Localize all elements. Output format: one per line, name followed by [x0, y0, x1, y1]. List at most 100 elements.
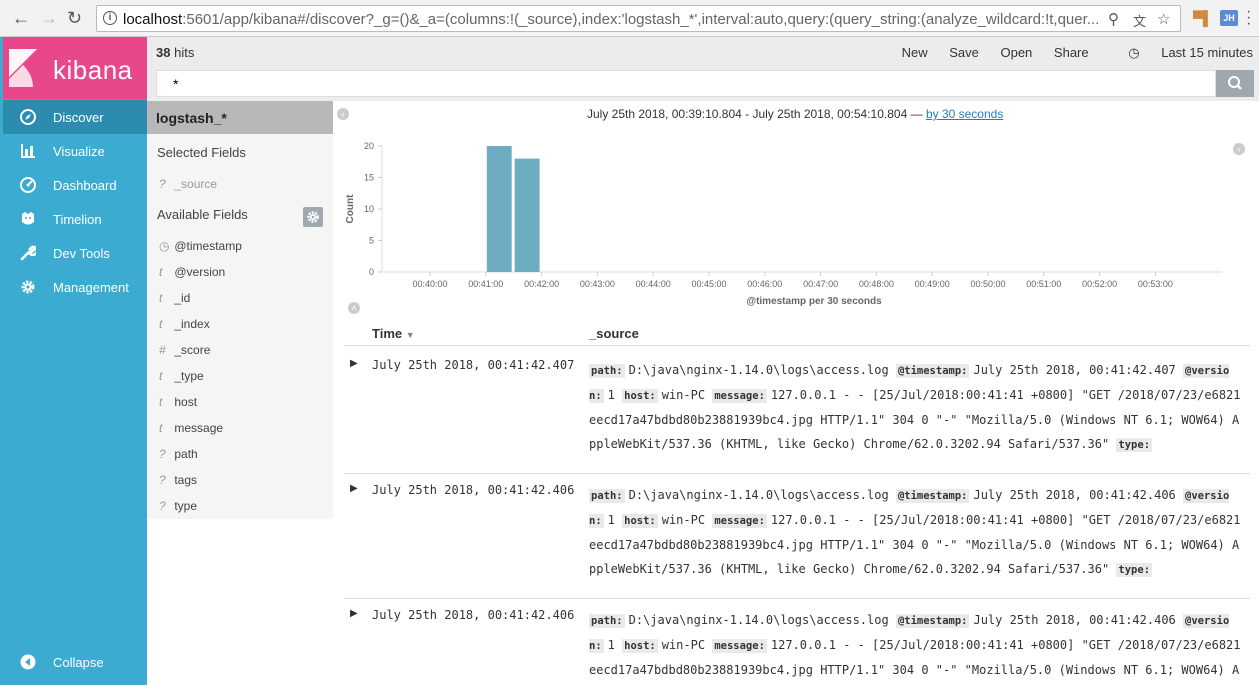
x-tick-label: 00:51:00 — [1026, 279, 1061, 289]
row-source: path: D:\java\nginx-1.14.0\logs\access.lo… — [589, 613, 1241, 677]
x-tick-label: 00:40:00 — [412, 279, 447, 289]
extension-icon[interactable]: ▀▌ — [1193, 10, 1213, 26]
sidebar-item-visualize[interactable]: Visualize — [3, 134, 147, 168]
kibana-logo[interactable]: kibana — [3, 37, 147, 99]
translate-icon[interactable]: 文 — [1133, 11, 1146, 30]
sort-down-icon[interactable]: ▼ — [406, 330, 415, 340]
discover-topbar: 38 hits New Save Open Share ◷ Last 15 mi… — [147, 37, 1259, 101]
interval-link[interactable]: by 30 seconds — [926, 107, 1003, 121]
collapse-chart-icon[interactable]: ˄ — [348, 302, 360, 314]
collapse-button[interactable]: Collapse — [3, 647, 147, 677]
column-source: _source — [589, 326, 639, 341]
kibana-logo-icon — [9, 49, 37, 87]
y-tick-label: 20 — [364, 141, 374, 151]
field-item[interactable]: ? type — [159, 499, 197, 513]
histogram-bar — [486, 146, 512, 272]
new-button[interactable]: New — [902, 45, 928, 60]
sidebar-item-timelion[interactable]: Timelion — [3, 202, 147, 236]
table-row[interactable]: ▶ July 25th 2018, 00:41:42.406 path: D:\j… — [345, 475, 1250, 599]
x-axis-label: @timestamp per 30 seconds — [746, 296, 882, 307]
browser-menu-icon[interactable]: · · · — [1246, 4, 1251, 32]
field-item[interactable]: ? tags — [159, 473, 197, 487]
zoom-icon[interactable]: ⚲ — [1108, 10, 1119, 28]
x-tick-label: 00:44:00 — [636, 279, 671, 289]
field-item[interactable]: t _type — [159, 369, 204, 383]
info-icon[interactable]: i — [103, 11, 117, 25]
x-tick-label: 00:52:00 — [1082, 279, 1117, 289]
back-icon[interactable]: ← — [12, 8, 30, 29]
y-axis-label: Count — [345, 194, 356, 224]
collapse-sidebar-icon[interactable]: ‹ — [337, 108, 349, 120]
row-time: July 25th 2018, 00:41:42.406 — [372, 483, 575, 497]
y-tick-label: 5 — [369, 236, 374, 246]
index-pattern-selector[interactable]: logstash_* — [147, 101, 333, 134]
field-type-icon: # — [159, 343, 166, 357]
x-tick-label: 00:53:00 — [1138, 279, 1173, 289]
field-type-icon: ? — [159, 473, 166, 487]
x-tick-label: 00:49:00 — [915, 279, 950, 289]
field-item[interactable]: # _score — [159, 343, 210, 357]
available-fields-title: Available Fields — [157, 207, 248, 222]
open-button[interactable]: Open — [1000, 45, 1032, 60]
x-tick-label: 00:50:00 — [970, 279, 1005, 289]
forward-icon[interactable]: → — [40, 8, 58, 29]
save-button[interactable]: Save — [949, 45, 979, 60]
expand-row-icon[interactable]: ▶ — [350, 483, 358, 494]
table-row[interactable]: ▶ July 25th 2018, 00:41:42.406 path: D:\j… — [345, 600, 1250, 685]
field-list-panel: logstash_* Selected Fields ? _source Ava… — [147, 101, 333, 519]
sidebar-nav: Discover Visualize Dashboard Timelion De… — [3, 100, 147, 304]
search-button[interactable] — [1216, 70, 1254, 97]
search-input[interactable] — [157, 71, 1215, 96]
histogram-bar — [514, 158, 540, 272]
legend-toggle-icon[interactable]: ‹ — [1233, 143, 1245, 155]
histogram-chart[interactable]: 0 5 10 15 20 00:40:00 00:41:00 00:42:00 00:43:00… — [340, 136, 1230, 314]
field-item[interactable]: t host — [159, 395, 197, 409]
column-time[interactable]: Time ▼ — [372, 326, 415, 341]
selected-fields-title: Selected Fields — [157, 145, 246, 160]
reload-icon[interactable]: ↻ — [67, 8, 82, 29]
timelion-icon — [22, 212, 34, 225]
sidebar-item-discover[interactable]: Discover — [3, 100, 147, 134]
row-time: July 25th 2018, 00:41:42.406 — [372, 608, 575, 622]
field-item[interactable]: t @version — [159, 265, 225, 279]
field-item-source[interactable]: ? _source — [159, 177, 217, 191]
time-picker-button[interactable]: ◷ Last 15 minutes — [1110, 45, 1253, 60]
address-bar[interactable]: i localhost:5601/app/kibana#/discover?_g… — [96, 5, 1181, 32]
field-type-icon: ? — [159, 177, 166, 191]
field-item[interactable]: t _index — [159, 317, 210, 331]
field-item[interactable]: ? path — [159, 447, 198, 461]
sidebar-item-label: Discover — [53, 110, 104, 125]
browser-toolbar: ← → ↻ i localhost:5601/app/kibana#/disco… — [0, 0, 1259, 37]
field-item[interactable]: t _id — [159, 291, 190, 305]
sidebar-item-label: Dev Tools — [53, 246, 110, 261]
table-row[interactable]: ▶ July 25th 2018, 00:41:42.407 path: D:\j… — [345, 350, 1250, 474]
url-text: localhost:5601/app/kibana#/discover?_g=(… — [123, 11, 1098, 28]
field-item[interactable]: t message — [159, 421, 223, 435]
field-type-icon: t — [159, 421, 163, 435]
x-tick-label: 00:42:00 — [524, 279, 559, 289]
sidebar-item-dev-tools[interactable]: Dev Tools — [3, 236, 147, 270]
field-settings-button[interactable] — [303, 207, 323, 227]
x-tick-label: 00:41:00 — [468, 279, 503, 289]
field-item-timestamp[interactable]: ◷ @timestamp — [159, 239, 242, 253]
expand-row-icon[interactable]: ▶ — [350, 608, 358, 619]
sidebar-item-label: Dashboard — [53, 178, 117, 193]
dashboard-icon — [20, 177, 36, 193]
field-type-icon: t — [159, 291, 163, 305]
sidebar-item-management[interactable]: Management — [3, 270, 147, 304]
y-tick-label: 10 — [364, 204, 374, 214]
extension-jh-icon[interactable]: JH — [1220, 10, 1238, 26]
hits-count: 38 hits — [156, 45, 195, 60]
star-icon[interactable]: ☆ — [1157, 10, 1170, 28]
compass-icon — [20, 109, 36, 125]
y-tick-label: 0 — [369, 267, 374, 277]
sidebar-item-dashboard[interactable]: Dashboard — [3, 168, 147, 202]
row-source: path: D:\java\nginx-1.14.0\logs\access.lo… — [589, 488, 1241, 577]
row-source: path: D:\java\nginx-1.14.0\logs\access.lo… — [589, 363, 1241, 452]
expand-row-icon[interactable]: ▶ — [350, 358, 358, 369]
table-header: Time ▼ _source — [345, 320, 1250, 346]
collapse-label: Collapse — [53, 655, 104, 670]
search-bar — [156, 70, 1216, 97]
sidebar-item-label: Management — [53, 280, 129, 295]
share-button[interactable]: Share — [1054, 45, 1089, 60]
